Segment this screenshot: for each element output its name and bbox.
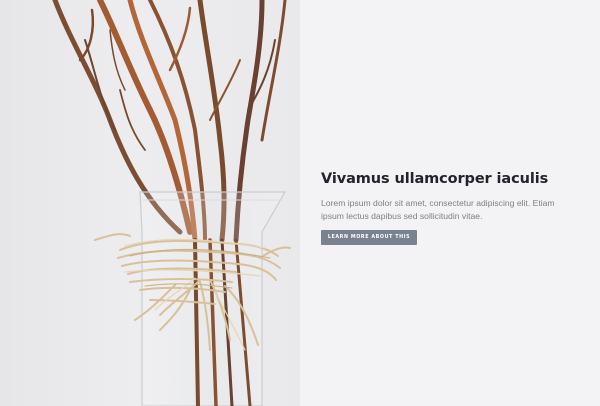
hero-text-block: Vivamus ullamcorper iaculis Lorem ipsum … [321, 170, 581, 246]
branches-in-vase-image [52, 0, 291, 406]
content-panel: Vivamus ullamcorper iaculis Lorem ipsum … [300, 0, 600, 406]
hero-title: Vivamus ullamcorper iaculis [321, 171, 549, 187]
hero-photo-branches-vase [0, 0, 300, 406]
hero-description: Lorem ipsum dolor sit amet, consectetur … [321, 198, 555, 221]
learn-more-button[interactable]: LEARN MORE ABOUT THIS [321, 230, 417, 246]
page: Vivamus ullamcorper iaculis Lorem ipsum … [0, 0, 600, 406]
